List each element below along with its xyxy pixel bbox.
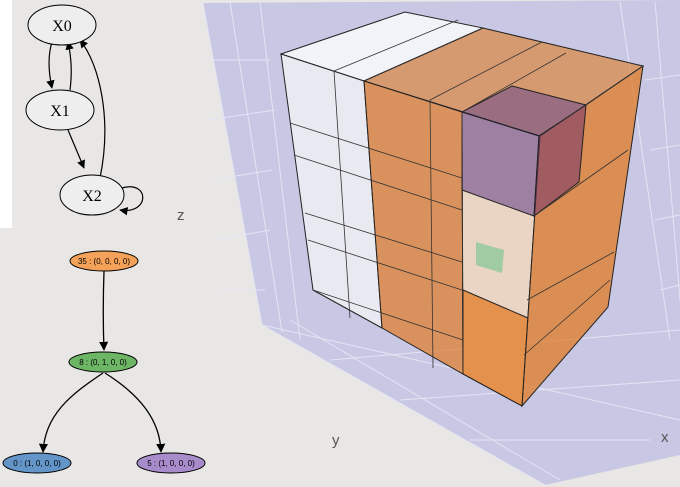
tree-node-label: 8 : (0, 1, 0, 0) [79, 358, 127, 367]
tree-node-label: 5 : (1, 0, 0, 0) [147, 459, 195, 468]
tree-node-35[interactable]: 35 : (0, 0, 0, 0) [69, 250, 139, 272]
tree-node-5[interactable]: 5 : (1, 0, 0, 0) [136, 452, 206, 474]
tree-node-label: 0 : (1, 0, 0, 0) [13, 459, 61, 468]
x-axis-label: x [661, 429, 669, 446]
state-graph: X0 X1 X2 [25, 4, 144, 216]
state-node-label: X0 [52, 18, 72, 35]
tree-node-8[interactable]: 8 : (0, 1, 0, 0) [68, 351, 138, 373]
y-axis-label: y [332, 432, 340, 449]
state-node-x1[interactable]: X1 [25, 89, 95, 131]
canvas: X0 X1 X2 35 : (0, 0, 0, 0) 8 : (0, 1, 0,… [2, 0, 680, 486]
z-axis-label: z [177, 207, 185, 224]
tree-node-label: 35 : (0, 0, 0, 0) [78, 257, 130, 266]
state-node-label: X2 [82, 188, 102, 205]
state-node-label: X1 [50, 103, 70, 120]
plot3d-scene[interactable] [202, 0, 680, 486]
state-node-x2[interactable]: X2 [59, 174, 125, 216]
tree-graph: 35 : (0, 0, 0, 0) 8 : (0, 1, 0, 0) 0 : (… [2, 250, 206, 474]
tree-node-0[interactable]: 0 : (1, 0, 0, 0) [2, 452, 72, 474]
state-node-x0[interactable]: X0 [27, 4, 97, 46]
